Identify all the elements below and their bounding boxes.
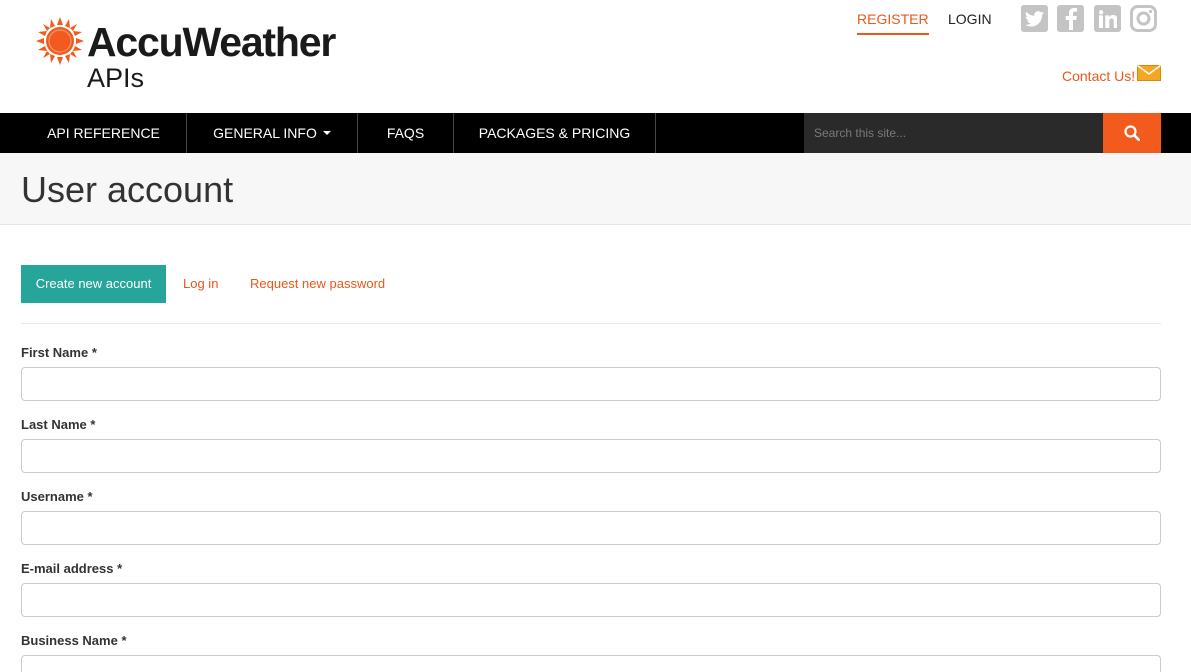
nav-label: API REFERENCE [47, 125, 160, 141]
caret-down-icon [322, 131, 331, 136]
search-input[interactable] [804, 113, 1103, 153]
nav-label: PACKAGES & PRICING [478, 125, 631, 141]
login-link[interactable]: LOGIN [948, 11, 992, 27]
last-name-label: Last Name * [21, 417, 95, 433]
main-navigation: API REFERENCE GENERAL INFO FAQS PACKAGES… [0, 113, 1191, 153]
search-button[interactable] [1103, 113, 1161, 153]
facebook-icon[interactable] [1057, 5, 1084, 32]
business-name-field[interactable] [21, 655, 1161, 672]
username-label: Username * [21, 489, 93, 505]
tab-create-new-account[interactable]: Create new account [21, 265, 166, 303]
site-header: AccuWeather APIs REGISTER LOGIN Contact … [0, 0, 1191, 113]
sun-logo-icon [36, 17, 84, 65]
required-marker: * [87, 489, 93, 504]
business-name-label: Business Name * [21, 633, 127, 649]
page-title-band: User account [0, 153, 1191, 225]
tab-request-new-password[interactable]: Request new password [250, 276, 385, 292]
required-marker: * [90, 417, 96, 432]
divider [21, 323, 1161, 324]
nav-api-reference[interactable]: API REFERENCE [21, 113, 187, 153]
email-label: E-mail address * [21, 561, 122, 577]
brand-subtitle: APIs [87, 63, 145, 93]
nav-label: FAQS [386, 125, 425, 141]
required-marker: * [91, 345, 97, 360]
last-name-field[interactable] [21, 439, 1161, 473]
linkedin-icon[interactable] [1094, 5, 1121, 32]
email-field[interactable] [21, 583, 1161, 617]
required-marker: * [117, 561, 123, 576]
username-field[interactable] [21, 511, 1161, 545]
twitter-icon[interactable] [1021, 5, 1048, 32]
field-label-text: Business Name [21, 633, 118, 648]
first-name-label: First Name * [21, 345, 97, 361]
accuweather-logo[interactable]: AccuWeather APIs [36, 17, 366, 97]
brand-name: AccuWeather [87, 19, 336, 65]
page-title: User account [21, 169, 234, 210]
field-label-text: Last Name [21, 417, 87, 432]
nav-label: GENERAL INFO [213, 125, 317, 141]
contact-link[interactable]: Contact Us! [1062, 68, 1135, 84]
first-name-field[interactable] [21, 367, 1161, 401]
field-label-text: First Name [21, 345, 89, 360]
nav-packages-pricing[interactable]: PACKAGES & PRICING [454, 113, 656, 153]
envelope-icon[interactable] [1137, 65, 1161, 81]
nav-general-info[interactable]: GENERAL INFO [187, 113, 358, 153]
tab-log-in[interactable]: Log in [183, 276, 218, 292]
register-link[interactable]: REGISTER [857, 11, 929, 35]
field-label-text: E-mail address [21, 561, 114, 576]
search-icon [1124, 125, 1140, 141]
field-label-text: Username [21, 489, 84, 504]
nav-faqs[interactable]: FAQS [358, 113, 454, 153]
instagram-icon[interactable] [1130, 5, 1157, 32]
required-marker: * [121, 633, 127, 648]
